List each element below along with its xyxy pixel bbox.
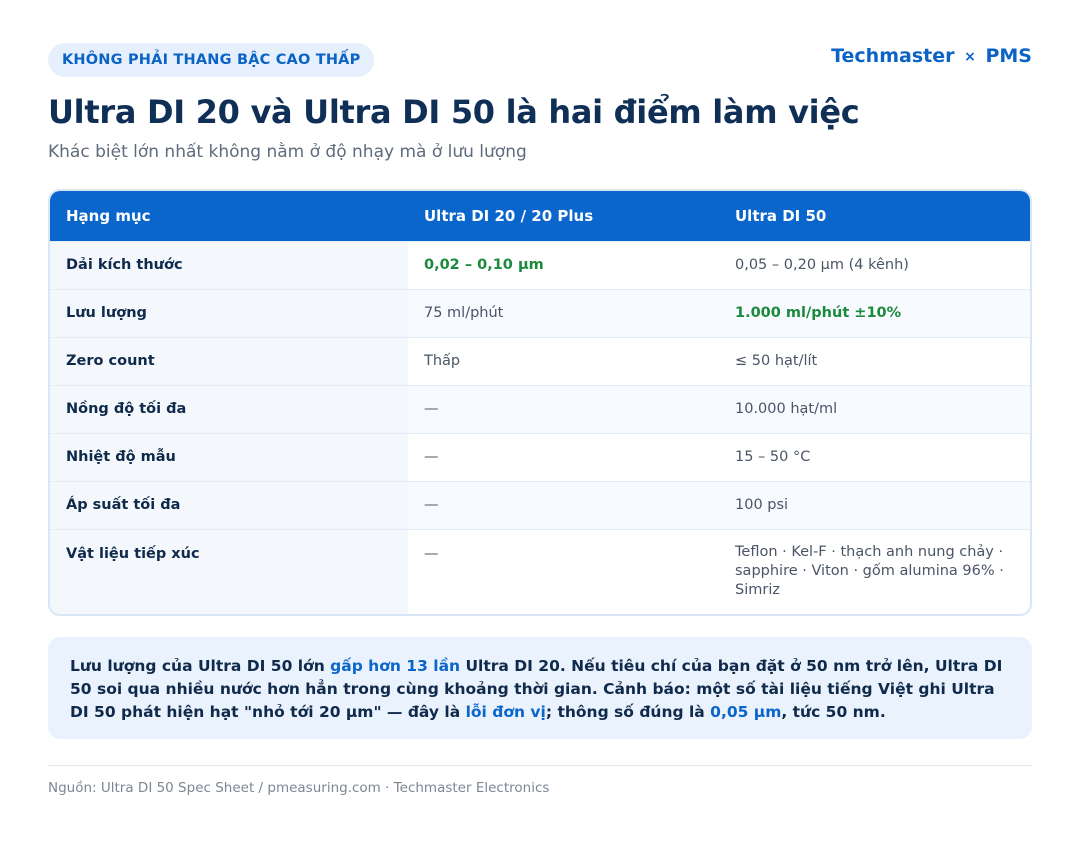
table-row: Nồng độ tối đa — 10.000 hạt/ml <box>50 385 1030 433</box>
table-row: Zero count Thấp ≤ 50 hạt/lít <box>50 337 1030 385</box>
col-header-di50: Ultra DI 50 <box>735 206 827 225</box>
brand-logo: Techmaster × PMS <box>831 45 1032 67</box>
table-row: Lưu lượng 75 ml/phút 1.000 ml/phút ±10% <box>50 289 1030 337</box>
callout-highlight-ratio: gấp hơn 13 lần <box>330 657 461 675</box>
brand-techmaster: Techmaster <box>831 45 955 67</box>
page-title: Ultra DI 20 và Ultra DI 50 là hai điểm l… <box>48 93 860 131</box>
row-label: Vật liệu tiếp xúc <box>50 529 408 614</box>
row-label: Nhiệt độ mẫu <box>50 433 408 481</box>
row-label: Nồng độ tối đa <box>50 385 408 433</box>
col-header-di20: Ultra DI 20 / 20 Plus <box>424 206 594 225</box>
source-note: Nguồn: Ultra DI 50 Spec Sheet / pmeasuri… <box>48 780 550 796</box>
note-callout: Lưu lượng của Ultra DI 50 lớn gấp hơn 13… <box>48 637 1032 739</box>
cell-di20: — <box>424 545 439 562</box>
cell-di50: 1.000 ml/phút ±10% <box>719 289 1030 337</box>
cell-di20: — <box>424 449 439 465</box>
table-header-row: Hạng mục Ultra DI 20 / 20 Plus Ultra DI … <box>50 191 1030 241</box>
callout-text: Lưu lượng của Ultra DI 50 lớn <box>70 657 331 675</box>
callout-highlight-unit-error: lỗi đơn vị <box>465 703 546 721</box>
callout-text: , tức 50 nm. <box>781 703 886 721</box>
table-row: Nhiệt độ mẫu — 15 – 50 °C <box>50 433 1030 481</box>
row-label: Zero count <box>50 337 408 385</box>
cell-di20: Thấp <box>424 353 461 369</box>
cell-di50: 15 – 50 °C <box>735 449 811 465</box>
row-label: Dải kích thước <box>50 241 408 289</box>
brand-separator: × <box>964 49 976 65</box>
cell-di20: 0,02 – 0,10 µm <box>424 257 544 273</box>
cell-di50: 100 psi <box>719 481 1030 529</box>
cell-di50: 10.000 hạt/ml <box>719 385 1030 433</box>
comparison-table: Hạng mục Ultra DI 20 / 20 Plus Ultra DI … <box>48 189 1032 616</box>
cell-di20: — <box>408 385 719 433</box>
table-row: Vật liệu tiếp xúc — Teflon · Kel-F · thạ… <box>50 529 1030 614</box>
table-row: Dải kích thước 0,02 – 0,10 µm 0,05 – 0,2… <box>50 241 1030 289</box>
callout-text: ; thông số đúng là <box>545 703 711 721</box>
row-label: Áp suất tối đa <box>50 481 408 529</box>
category-badge: KHÔNG PHẢI THANG BẬC CAO THẤP <box>48 43 375 77</box>
cell-di20: — <box>408 481 719 529</box>
footer-divider <box>48 765 1032 766</box>
cell-di50: ≤ 50 hạt/lít <box>735 353 818 369</box>
row-label: Lưu lượng <box>50 289 408 337</box>
cell-di50: 0,05 – 0,20 µm (4 kênh) <box>735 257 909 273</box>
cell-di20: 75 ml/phút <box>408 289 719 337</box>
col-header-category: Hạng mục <box>66 206 151 225</box>
page-subtitle: Khác biệt lớn nhất không nằm ở độ nhạy m… <box>48 142 527 162</box>
table-row: Áp suất tối đa — 100 psi <box>50 481 1030 529</box>
callout-highlight-spec: 0,05 µm <box>710 703 782 721</box>
brand-pms: PMS <box>985 45 1032 67</box>
cell-di50: Teflon · Kel-F · thạch anh nung chảy · s… <box>735 543 1004 598</box>
